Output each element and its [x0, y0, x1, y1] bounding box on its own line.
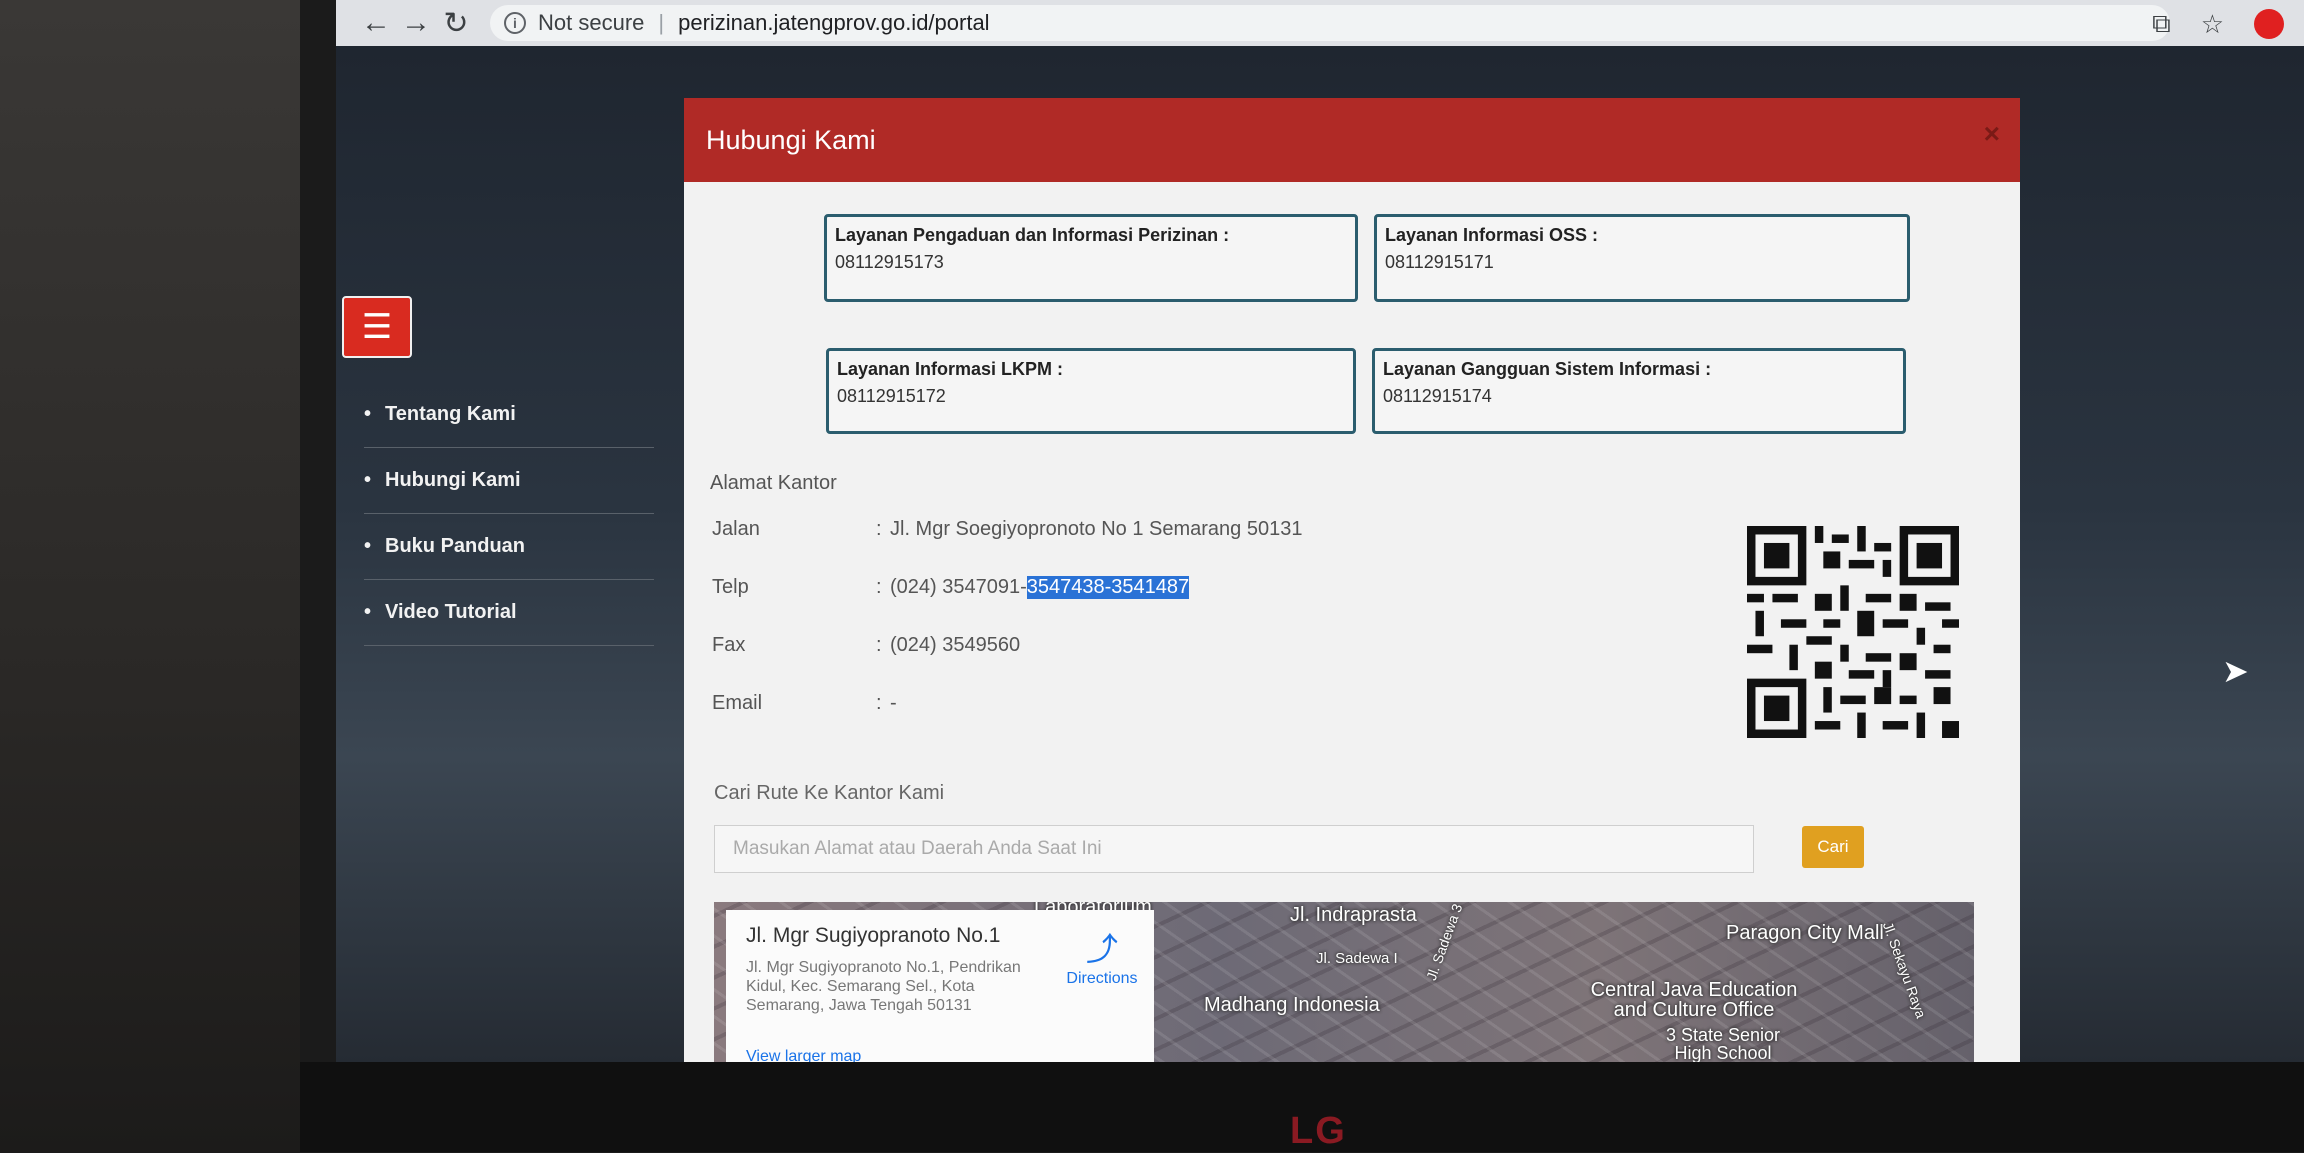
- address-label: Telp: [712, 576, 749, 598]
- bookmark-star-icon[interactable]: ☆: [2201, 9, 2224, 40]
- directions-link[interactable]: ⤴ Directions: [1062, 924, 1142, 988]
- profile-avatar[interactable]: [2254, 9, 2284, 39]
- address-colon: :: [876, 518, 882, 540]
- address-row-telp: Telp : (024) 3547091- 3547438-3541487: [712, 576, 1190, 599]
- sidebar-nav: Tentang Kami Hubungi Kami Buku Panduan V…: [364, 382, 654, 646]
- back-icon[interactable]: ←: [356, 3, 396, 43]
- sidebar-item-label: Tentang Kami: [385, 403, 516, 425]
- card-phone[interactable]: 08112915174: [1383, 386, 1895, 407]
- contact-card-lkpm: Layanan Informasi LKPM : 08112915172: [826, 348, 1356, 434]
- card-phone[interactable]: 08112915172: [837, 386, 1345, 407]
- sidebar-item-label: Video Tutorial: [385, 601, 517, 623]
- sidebar-item-buku-panduan[interactable]: Buku Panduan: [364, 514, 654, 580]
- address-value: -: [890, 692, 897, 714]
- reload-icon[interactable]: ↻: [436, 3, 476, 43]
- info-icon[interactable]: i: [504, 12, 526, 34]
- monitor-screen: ← → ↻ i Not secure | perizinan.jatengpro…: [336, 0, 2304, 1062]
- sidebar-item-video-tutorial[interactable]: Video Tutorial: [364, 580, 654, 646]
- menu-toggle-button[interactable]: ☰: [342, 296, 412, 358]
- url-separator: |: [658, 10, 665, 35]
- card-title: Layanan Pengaduan dan Informasi Perizina…: [835, 225, 1230, 245]
- place-address: Jl. Mgr Sugiyopranoto No.1, Pendrikan Ki…: [746, 959, 1021, 1014]
- address-colon: :: [876, 576, 882, 598]
- address-label: Email: [712, 692, 763, 714]
- address-value: Jl. Mgr Soegiyopronoto No 1 Semarang 501…: [890, 518, 1303, 540]
- address-colon: :: [876, 692, 882, 714]
- contact-modal: Hubungi Kami × Layanan Pengaduan dan Inf…: [684, 98, 2020, 1062]
- card-phone[interactable]: 08112915171: [1385, 252, 1899, 273]
- address-heading: Alamat Kantor: [710, 472, 837, 494]
- browser-actions: ⧉ ☆: [2152, 8, 2284, 40]
- translate-icon[interactable]: ⧉: [2152, 8, 2171, 40]
- card-title: Layanan Gangguan Sistem Informasi :: [1383, 359, 1712, 379]
- map-label: Jl. Indraprasta: [1290, 904, 1417, 926]
- modal-title: Hubungi Kami: [706, 124, 876, 155]
- contact-card-pengaduan: Layanan Pengaduan dan Informasi Perizina…: [824, 214, 1358, 302]
- list-menu-icon: ☰: [361, 308, 393, 346]
- qr-code: [1747, 526, 1959, 738]
- address-row-jalan: Jalan : Jl. Mgr Soegiyopronoto No 1 Sema…: [712, 518, 1302, 541]
- map-label: 3 State Senior High School: [1665, 1025, 1781, 1062]
- address-row-email: Email : -: [712, 692, 897, 715]
- directions-icon: ⤴: [1085, 931, 1118, 967]
- sidebar-item-tentang-kami[interactable]: Tentang Kami: [364, 382, 654, 448]
- telp-value-selected: 3547438-3541487: [1026, 576, 1190, 599]
- sidebar-item-label: Buku Panduan: [385, 535, 526, 557]
- address-bar[interactable]: i Not secure | perizinan.jatengprov.go.i…: [490, 5, 2170, 41]
- address-colon: :: [876, 634, 882, 656]
- map-label: Central Java Education and Culture Offic…: [1590, 979, 1798, 1021]
- route-label: Cari Rute Ke Kantor Kami: [714, 782, 945, 804]
- card-title: Layanan Informasi LKPM :: [837, 359, 1064, 379]
- embedded-map[interactable]: Laboratorium Jl. Indraprasta Jl. Sadewa …: [714, 902, 1974, 1062]
- address-row-fax: Fax : (024) 3549560: [712, 634, 1020, 657]
- close-icon[interactable]: ×: [1984, 118, 2000, 150]
- view-larger-map-link[interactable]: View larger map: [746, 1048, 861, 1062]
- security-label: Not secure: [538, 10, 645, 35]
- address-value: (024) 3549560: [890, 634, 1021, 656]
- directions-label: Directions: [1066, 970, 1138, 987]
- forward-icon[interactable]: →: [396, 3, 436, 43]
- monitor-brand-logo: LG: [1290, 1110, 1347, 1152]
- address-label: Fax: [712, 634, 746, 656]
- route-search-button[interactable]: Cari: [1802, 826, 1864, 868]
- address-label: Jalan: [712, 518, 760, 540]
- browser-toolbar: ← → ↻ i Not secure | perizinan.jatengpro…: [336, 0, 2304, 46]
- telp-value: (024) 3547091-: [890, 576, 1027, 598]
- card-title: Layanan Informasi OSS :: [1385, 225, 1599, 245]
- contact-card-oss: Layanan Informasi OSS : 08112915171: [1374, 214, 1910, 302]
- modal-header: Hubungi Kami ×: [684, 98, 2020, 182]
- card-phone[interactable]: 08112915173: [835, 252, 1347, 273]
- sidebar-item-hubungi-kami[interactable]: Hubungi Kami: [364, 448, 654, 514]
- map-label: Paragon City Mall: [1726, 922, 1884, 944]
- url-text[interactable]: perizinan.jatengprov.go.id/portal: [678, 10, 989, 36]
- map-label: Madhang Indonesia: [1204, 994, 1380, 1016]
- mouse-cursor-icon: ➤: [2222, 653, 2249, 689]
- route-search-input[interactable]: [714, 825, 1754, 873]
- map-label: Jl. Sadewa I: [1316, 950, 1398, 967]
- map-place-card: Jl. Mgr Sugiyopranoto No.1 Jl. Mgr Sugiy…: [726, 910, 1154, 1062]
- background-wall: [0, 0, 300, 1152]
- contact-card-gangguan: Layanan Gangguan Sistem Informasi : 0811…: [1372, 348, 1906, 434]
- sidebar-item-label: Hubungi Kami: [385, 469, 521, 491]
